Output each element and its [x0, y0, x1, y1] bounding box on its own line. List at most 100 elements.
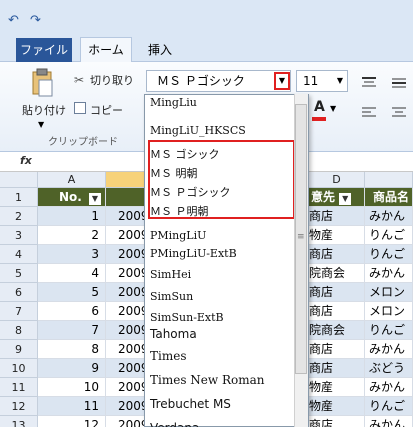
align-top-icon[interactable]	[362, 74, 376, 87]
font-dropdown-button[interactable]: ▼	[274, 72, 290, 90]
font-list-item[interactable]: MingLiU_HKSCS	[150, 121, 246, 141]
row-header[interactable]: 2	[0, 207, 38, 226]
font-list-item[interactable]: SimSun	[150, 287, 193, 307]
cell-customer[interactable]: 商店	[309, 207, 365, 226]
cell-customer[interactable]: 物産	[309, 226, 365, 245]
copy-button[interactable]: コピー	[90, 104, 123, 118]
undo-icon[interactable]: ↶	[8, 14, 22, 28]
cell-date[interactable]: 2009	[106, 359, 146, 378]
cell-product[interactable]: みかん	[365, 378, 413, 397]
cell-product[interactable]: みかん	[365, 340, 413, 359]
row-header[interactable]: 5	[0, 264, 38, 283]
column-header-e[interactable]	[365, 172, 413, 188]
column-header-b[interactable]	[106, 172, 146, 188]
cell-customer[interactable]: 商店	[309, 302, 365, 321]
header-cell-customer[interactable]: 意先 ▼	[309, 188, 365, 207]
row-header[interactable]: 12	[0, 397, 38, 416]
cell-no[interactable]: 10	[38, 378, 106, 397]
font-list-item[interactable]: PMingLiU	[150, 226, 206, 246]
font-list-item[interactable]: Verdana	[150, 418, 199, 427]
row-header[interactable]: 1	[0, 188, 38, 207]
cell-no[interactable]: 2	[38, 226, 106, 245]
cell-customer[interactable]: 物産	[309, 378, 365, 397]
function-icon[interactable]: fx	[20, 154, 32, 167]
copy-icon[interactable]	[74, 102, 86, 114]
select-all-corner[interactable]	[0, 172, 38, 188]
cell-product[interactable]: りんご	[365, 397, 413, 416]
cell-customer[interactable]: 院商会	[309, 264, 365, 283]
cell-no[interactable]: 8	[38, 340, 106, 359]
cell-customer[interactable]: 商店	[309, 283, 365, 302]
row-header[interactable]: 11	[0, 378, 38, 397]
cell-date[interactable]: 2009	[106, 321, 146, 340]
cell-no[interactable]: 11	[38, 397, 106, 416]
chevron-down-icon[interactable]: ▼	[337, 71, 343, 91]
font-list-item[interactable]: Trebuchet MS	[150, 394, 231, 414]
font-list-item[interactable]: PMingLiU-ExtB	[150, 244, 237, 264]
tab-home[interactable]: ホーム	[80, 37, 132, 63]
cell-product[interactable]: メロン	[365, 302, 413, 321]
font-list-item[interactable]: Times New Roman	[150, 370, 265, 390]
row-header[interactable]: 6	[0, 283, 38, 302]
font-list-item[interactable]: Tahoma	[150, 324, 197, 344]
cell-no[interactable]: 7	[38, 321, 106, 340]
cell-no[interactable]: 5	[38, 283, 106, 302]
cell-product[interactable]: みかん	[365, 207, 413, 226]
cell-customer[interactable]: 物産	[309, 397, 365, 416]
cell-customer[interactable]: 商店	[309, 359, 365, 378]
cell-product[interactable]: みかん	[365, 416, 413, 427]
cell-date[interactable]: 2009	[106, 378, 146, 397]
cell-no[interactable]: 9	[38, 359, 106, 378]
row-header[interactable]: 7	[0, 302, 38, 321]
paste-icon[interactable]	[30, 68, 54, 98]
header-cell-no[interactable]: No. ▼	[38, 188, 106, 207]
cell-date[interactable]: 2009	[106, 397, 146, 416]
tab-insert[interactable]: 挿入	[140, 38, 180, 62]
align-left-icon[interactable]	[362, 104, 376, 117]
tab-file[interactable]: ファイル	[16, 38, 72, 62]
cell-customer[interactable]: 院商会	[309, 321, 365, 340]
row-header[interactable]: 3	[0, 226, 38, 245]
cell-no[interactable]: 12	[38, 416, 106, 427]
font-size-combo[interactable]: 11 ▼	[296, 70, 348, 92]
cell-customer[interactable]: 商店	[309, 245, 365, 264]
row-header[interactable]: 13	[0, 416, 38, 427]
cell-product[interactable]: りんご	[365, 226, 413, 245]
cell-customer[interactable]: 商店	[309, 340, 365, 359]
column-header-d[interactable]: D	[309, 172, 365, 188]
row-header[interactable]: 8	[0, 321, 38, 340]
cell-product[interactable]: りんご	[365, 321, 413, 340]
cell-no[interactable]: 6	[38, 302, 106, 321]
cut-button[interactable]: 切り取り	[90, 74, 134, 88]
filter-dropdown-icon[interactable]: ▼	[339, 193, 352, 205]
cell-date[interactable]: 2009	[106, 207, 146, 226]
cell-no[interactable]: 3	[38, 245, 106, 264]
cell-product[interactable]: みかん	[365, 264, 413, 283]
font-list-item[interactable]: SimHei	[150, 265, 191, 285]
scissors-icon[interactable]: ✂	[74, 73, 84, 87]
column-header-a[interactable]: A	[38, 172, 106, 188]
align-middle-icon[interactable]	[392, 74, 406, 88]
font-list-item[interactable]: Times	[150, 346, 186, 366]
font-list-item[interactable]: MingLiu	[150, 93, 197, 113]
cell-customer[interactable]: 商店	[309, 416, 365, 427]
redo-icon[interactable]: ↷	[30, 14, 44, 28]
cell-no[interactable]: 4	[38, 264, 106, 283]
font-color-button[interactable]: A	[314, 99, 325, 115]
header-cell-product[interactable]: 商品名	[365, 188, 413, 207]
filter-dropdown-icon[interactable]: ▼	[89, 193, 101, 205]
cell-date[interactable]: 2009	[106, 416, 146, 427]
cell-date[interactable]: 2009	[106, 245, 146, 264]
font-name-combo[interactable]: ＭＳ Ｐゴシック	[146, 70, 291, 92]
cell-date[interactable]: 2009	[106, 340, 146, 359]
align-center-icon[interactable]	[392, 104, 406, 117]
cell-date[interactable]: 2009	[106, 302, 146, 321]
cell-no[interactable]: 1	[38, 207, 106, 226]
cell-product[interactable]: メロン	[365, 283, 413, 302]
header-cell-date[interactable]	[106, 188, 146, 207]
paste-dropdown-icon[interactable]: ▼	[38, 120, 44, 129]
paste-button[interactable]: 貼り付け	[22, 104, 66, 118]
chevron-down-icon[interactable]: ▼	[330, 104, 336, 113]
cell-product[interactable]: ぶどう	[365, 359, 413, 378]
row-header[interactable]: 4	[0, 245, 38, 264]
